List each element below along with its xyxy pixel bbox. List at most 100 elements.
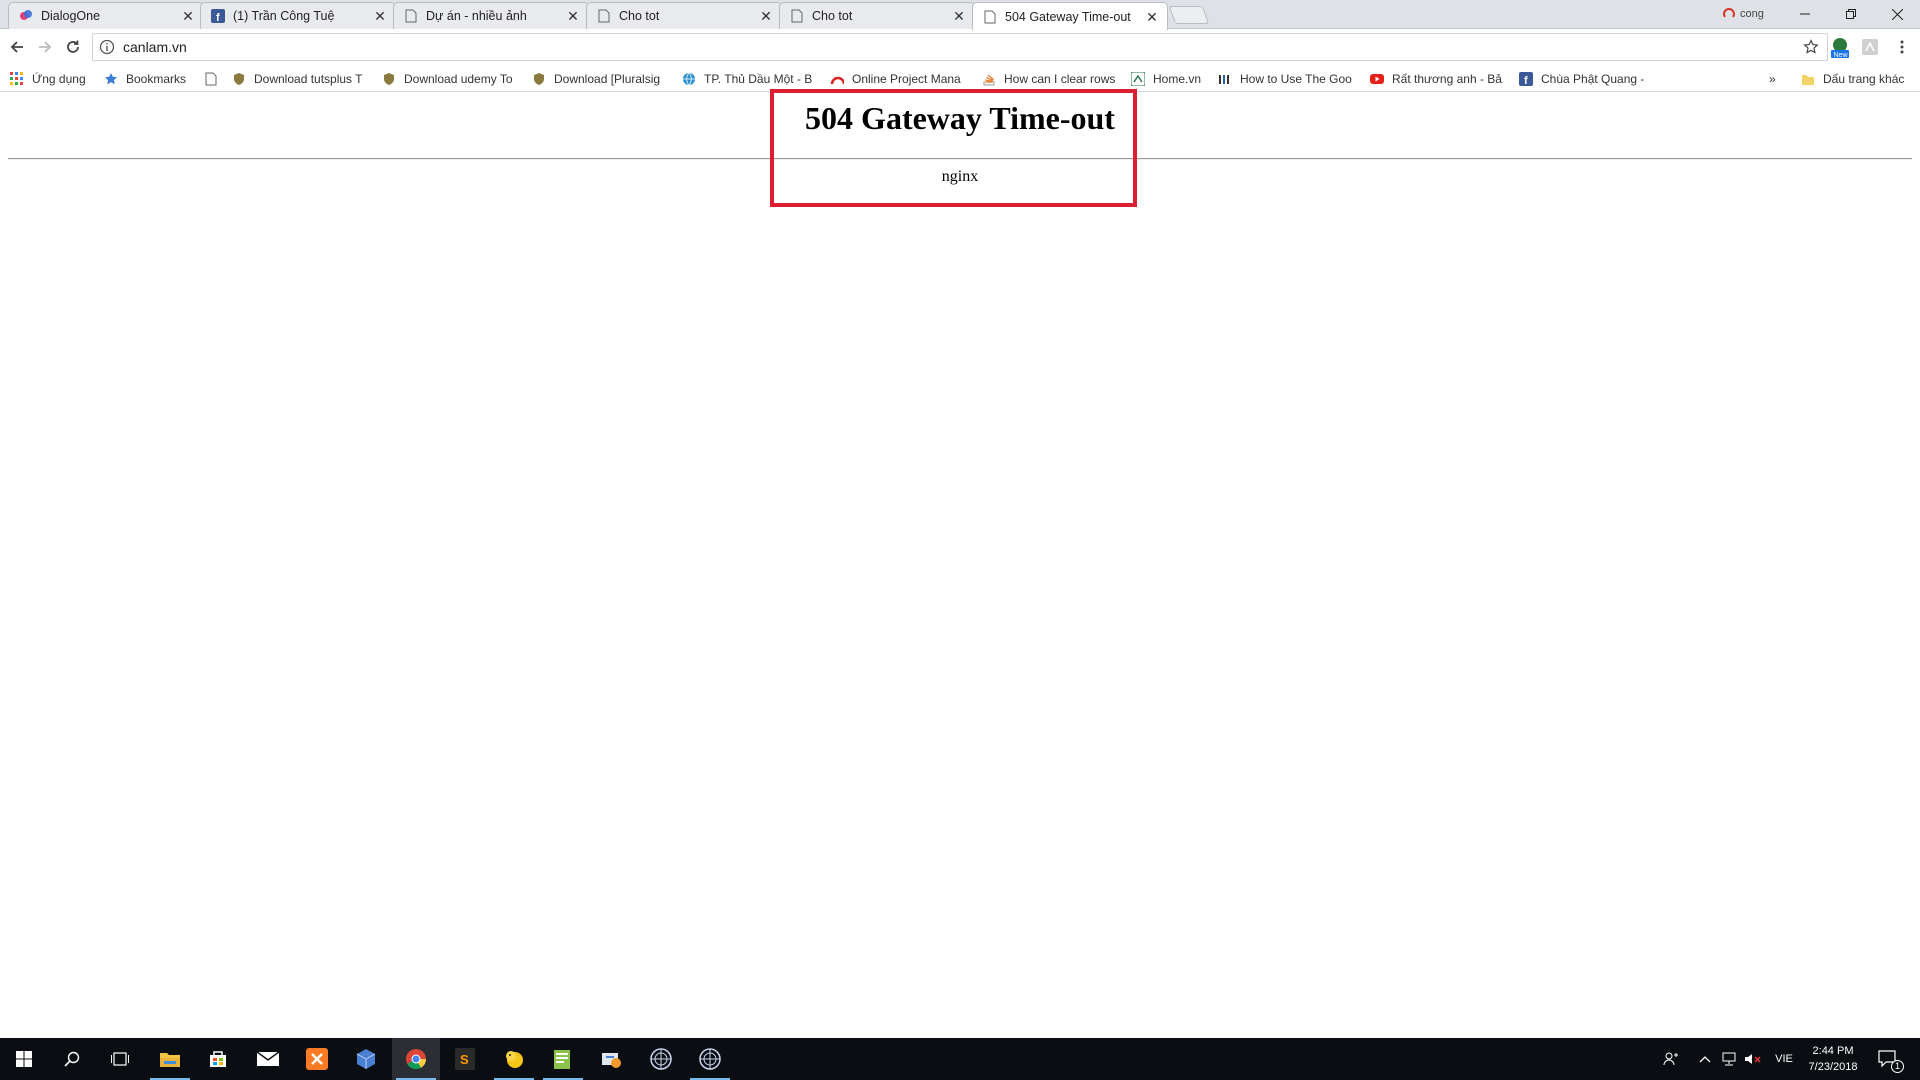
bookmark-item[interactable]: Online Project Mana bbox=[830, 70, 970, 87]
bookmark-item[interactable] bbox=[204, 70, 218, 87]
taskbar-app-globe-1[interactable] bbox=[637, 1038, 685, 1080]
page-icon bbox=[983, 10, 997, 24]
taskbar-virtualbox[interactable] bbox=[342, 1038, 390, 1080]
close-icon[interactable]: ✕ bbox=[1145, 10, 1159, 24]
page-icon bbox=[404, 9, 418, 23]
svg-text:f: f bbox=[1524, 75, 1528, 86]
bookmark-item[interactable]: Download udemy To bbox=[382, 70, 518, 87]
tab-title: Dự án - nhiều ảnh bbox=[426, 9, 527, 23]
network-icon bbox=[1722, 1052, 1736, 1066]
profile-button[interactable]: cong bbox=[1722, 5, 1764, 23]
tab-cho-tot-2[interactable]: Cho tot ✕ bbox=[779, 2, 975, 29]
bookmark-item[interactable]: How to Use The Goo bbox=[1218, 70, 1358, 87]
tools-icon bbox=[602, 1053, 621, 1068]
language-indicator[interactable]: VIE bbox=[1772, 1038, 1796, 1080]
bookmark-label: Download [Pluralsig bbox=[554, 71, 661, 86]
tab-du-an[interactable]: Dự án - nhiều ảnh ✕ bbox=[393, 2, 589, 29]
menu-button[interactable] bbox=[1890, 35, 1914, 59]
folder-icon bbox=[1801, 72, 1815, 86]
back-button[interactable] bbox=[5, 35, 29, 59]
taskbar-app-gear[interactable] bbox=[588, 1038, 636, 1080]
taskbar-xampp[interactable] bbox=[293, 1038, 341, 1080]
bars-icon bbox=[1218, 72, 1232, 86]
cube-icon bbox=[356, 1049, 376, 1069]
bookmark-label: Dấu trang khác bbox=[1823, 71, 1905, 86]
tab-cho-tot-1[interactable]: Cho tot ✕ bbox=[586, 2, 782, 29]
taskbar-app-globe-2[interactable] bbox=[686, 1038, 734, 1080]
minimize-icon bbox=[1800, 13, 1810, 15]
xampp-icon bbox=[306, 1048, 328, 1070]
bookmark-item[interactable]: TP. Thủ Dầu Một - B bbox=[682, 70, 818, 87]
close-window-button[interactable] bbox=[1874, 0, 1920, 28]
arrow-left-icon bbox=[10, 41, 23, 53]
restore-button[interactable] bbox=[1828, 0, 1874, 28]
star-icon bbox=[104, 72, 118, 86]
taskbar-app-chick[interactable] bbox=[490, 1038, 538, 1080]
bookmark-item[interactable]: Bookmarks bbox=[104, 70, 186, 87]
bookmark-label: How can I clear rows bbox=[1004, 71, 1116, 86]
tab-dialogone[interactable]: DialogOne ✕ bbox=[8, 2, 204, 29]
chevron-up-icon bbox=[1699, 1056, 1711, 1063]
bookmark-bar: Ứng dụng Bookmarks Download tutsplus T D… bbox=[0, 64, 1920, 92]
close-icon[interactable]: ✕ bbox=[373, 9, 387, 23]
bookmark-label: Download tutsplus T bbox=[254, 71, 363, 86]
clock[interactable]: 2:44 PM 7/23/2018 bbox=[1798, 1043, 1868, 1075]
extension-pdf-button[interactable] bbox=[1858, 35, 1882, 59]
taskbar-store[interactable] bbox=[194, 1038, 242, 1080]
task-view-button[interactable] bbox=[96, 1038, 144, 1080]
taskbar-chrome[interactable] bbox=[392, 1038, 440, 1080]
forward-button[interactable] bbox=[33, 35, 57, 59]
info-icon[interactable] bbox=[99, 39, 115, 55]
taskbar-notepad-plus[interactable] bbox=[539, 1038, 587, 1080]
close-icon bbox=[1891, 8, 1903, 20]
facebook-icon: f bbox=[1519, 71, 1533, 86]
bookmark-item[interactable]: f Chùa Phật Quang - bbox=[1519, 70, 1655, 87]
minimize-button[interactable] bbox=[1782, 0, 1828, 28]
bookmark-item[interactable]: How can I clear rows bbox=[982, 70, 1118, 87]
extension-new-button[interactable]: New bbox=[1828, 35, 1852, 59]
bookmark-item[interactable]: Download tutsplus T bbox=[232, 70, 368, 87]
people-button[interactable] bbox=[1658, 1038, 1684, 1080]
bookmark-label: Rất thương anh - Bả bbox=[1392, 71, 1502, 86]
bookmark-apps[interactable]: Ứng dụng bbox=[10, 70, 86, 87]
close-icon[interactable]: ✕ bbox=[181, 9, 195, 23]
network-button[interactable] bbox=[1718, 1038, 1740, 1080]
reload-icon bbox=[67, 40, 79, 53]
show-hidden-icons-button[interactable] bbox=[1696, 1038, 1714, 1080]
taskbar-file-explorer[interactable] bbox=[146, 1038, 194, 1080]
extension-icon: New bbox=[1831, 38, 1849, 58]
browser-toolbar: canlam.vn New bbox=[0, 30, 1920, 64]
taskbar-mail[interactable] bbox=[244, 1038, 292, 1080]
shield-icon bbox=[532, 72, 546, 86]
reload-button[interactable] bbox=[61, 35, 85, 59]
action-center-button[interactable]: 1 bbox=[1868, 1038, 1908, 1080]
volume-button[interactable] bbox=[1742, 1038, 1764, 1080]
arrow-right-icon bbox=[39, 41, 52, 53]
address-bar[interactable]: canlam.vn bbox=[92, 33, 1828, 61]
start-button[interactable] bbox=[0, 1038, 48, 1080]
svg-text:New: New bbox=[1834, 52, 1849, 58]
notepad-icon bbox=[554, 1050, 570, 1069]
svg-text:S: S bbox=[460, 1052, 469, 1067]
homevn-icon bbox=[1131, 71, 1145, 86]
close-icon[interactable]: ✕ bbox=[759, 9, 773, 23]
bookmark-item[interactable]: Home.vn bbox=[1131, 70, 1201, 87]
windows-icon bbox=[16, 1051, 32, 1067]
new-tab-button[interactable] bbox=[1168, 6, 1210, 24]
acrobat-icon bbox=[1862, 39, 1878, 55]
volume-muted-icon bbox=[1745, 1054, 1761, 1064]
star-icon[interactable] bbox=[1803, 39, 1819, 55]
close-icon[interactable]: ✕ bbox=[952, 9, 966, 23]
tab-504-gateway[interactable]: 504 Gateway Time-out ✕ bbox=[972, 2, 1168, 30]
tab-facebook[interactable]: f (1) Trần Công Tuệ ✕ bbox=[200, 2, 396, 29]
taskbar-sublime[interactable]: S bbox=[441, 1038, 489, 1080]
bookmark-item[interactable]: Download [Pluralsig bbox=[532, 70, 668, 87]
close-icon[interactable]: ✕ bbox=[566, 9, 580, 23]
search-button[interactable] bbox=[48, 1038, 96, 1080]
bookmark-other-folder[interactable]: Dấu trang khác bbox=[1801, 70, 1904, 87]
tab-title: (1) Trần Công Tuệ bbox=[233, 9, 335, 23]
bookmark-overflow-button[interactable]: » bbox=[1769, 70, 1776, 87]
mail-icon bbox=[257, 1051, 279, 1066]
bookmark-item[interactable]: Rất thương anh - Bả bbox=[1370, 70, 1506, 87]
page-icon bbox=[204, 72, 218, 86]
